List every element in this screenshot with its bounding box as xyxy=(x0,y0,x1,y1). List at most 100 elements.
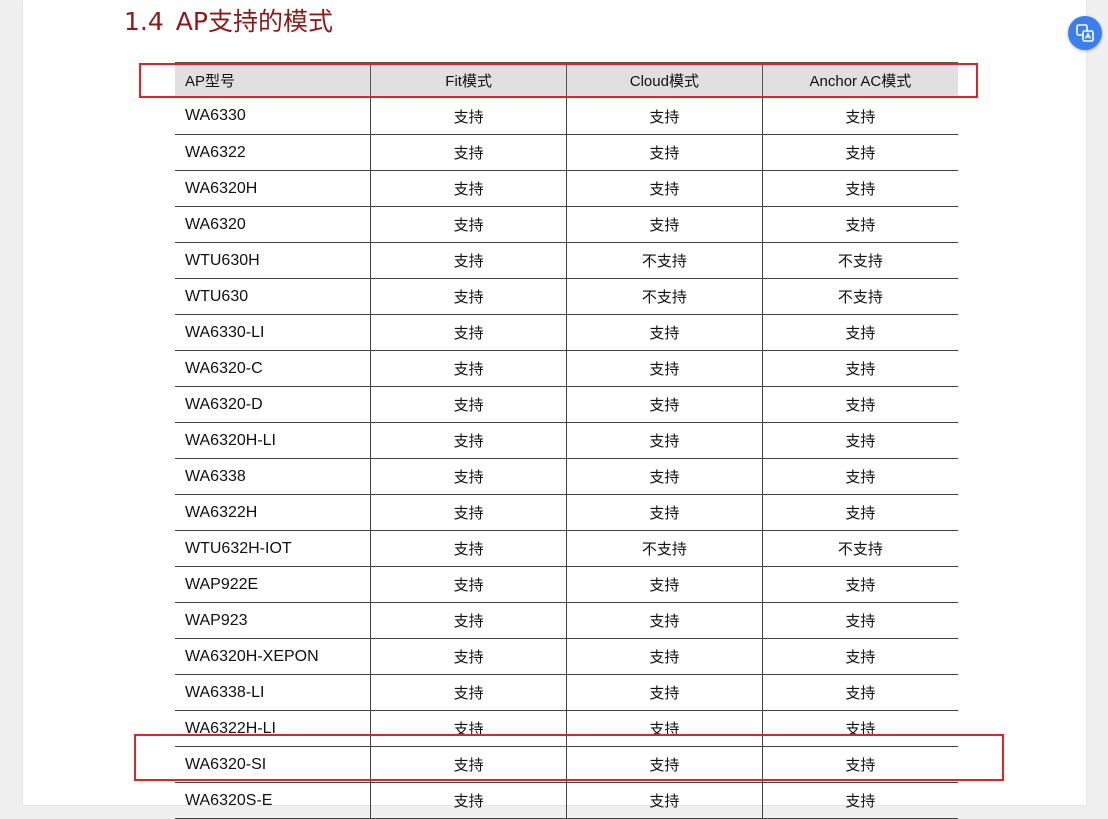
table-row: WA6322 支持 支持 支持 xyxy=(175,134,958,171)
cell-anchor-ac-mode: 支持 xyxy=(761,386,958,423)
cell-fit-mode: 支持 xyxy=(370,97,567,135)
cell-anchor-ac-mode: 不支持 xyxy=(761,530,958,567)
cell-fit-mode: 支持 xyxy=(370,242,567,279)
cell-cloud-mode: 不支持 xyxy=(566,530,763,567)
cell-fit-mode: 支持 xyxy=(370,638,567,675)
table-row: WA6320H-XEPON 支持 支持 支持 xyxy=(175,638,958,675)
cell-cloud-mode: 支持 xyxy=(566,566,763,603)
cell-anchor-ac-mode: 不支持 xyxy=(761,278,958,315)
table-row: WA6338-LI 支持 支持 支持 xyxy=(175,674,958,711)
cell-ap-model: WA6330-LI xyxy=(175,314,371,351)
cell-ap-model: WA6330 xyxy=(175,97,371,135)
cell-fit-mode: 支持 xyxy=(370,746,567,783)
table-row: WAP922E 支持 支持 支持 xyxy=(175,566,958,603)
cell-fit-mode: 支持 xyxy=(370,350,567,387)
table-row: WTU630H 支持 不支持 不支持 xyxy=(175,242,958,279)
cell-cloud-mode: 支持 xyxy=(566,458,763,495)
cell-anchor-ac-mode: 支持 xyxy=(761,97,958,135)
cell-anchor-ac-mode: 支持 xyxy=(761,710,958,747)
cell-fit-mode: 支持 xyxy=(370,206,567,243)
cell-fit-mode: 支持 xyxy=(370,566,567,603)
table-row: WTU630 支持 不支持 不支持 xyxy=(175,278,958,315)
cell-anchor-ac-mode: 支持 xyxy=(761,350,958,387)
cell-fit-mode: 支持 xyxy=(370,314,567,351)
cell-cloud-mode: 支持 xyxy=(566,386,763,423)
table-row: WA6322H 支持 支持 支持 xyxy=(175,494,958,531)
cell-cloud-mode: 支持 xyxy=(566,422,763,459)
translate-icon xyxy=(1076,24,1094,42)
section-number: 1.4 xyxy=(124,7,164,36)
cell-fit-mode: 支持 xyxy=(370,710,567,747)
cell-ap-model: WA6322H-LI xyxy=(175,710,371,747)
cell-cloud-mode: 支持 xyxy=(566,206,763,243)
cell-cloud-mode: 支持 xyxy=(566,314,763,351)
cell-cloud-mode: 支持 xyxy=(566,170,763,207)
cell-ap-model: WAP923 xyxy=(175,602,371,639)
cell-cloud-mode: 支持 xyxy=(566,674,763,711)
cell-ap-model: WA6320 xyxy=(175,206,371,243)
cell-anchor-ac-mode: 支持 xyxy=(761,422,958,459)
cell-fit-mode: 支持 xyxy=(370,494,567,531)
header-ap-model: AP型号 xyxy=(175,62,371,98)
cell-fit-mode: 支持 xyxy=(370,602,567,639)
cell-anchor-ac-mode: 支持 xyxy=(761,170,958,207)
cell-ap-model: WA6322H xyxy=(175,494,371,531)
cell-ap-model: WA6320-SI xyxy=(175,746,371,783)
table-row: WAP923 支持 支持 支持 xyxy=(175,602,958,639)
table-row: WA6320 支持 支持 支持 xyxy=(175,206,958,243)
cell-fit-mode: 支持 xyxy=(370,278,567,315)
ap-mode-table: AP型号 Fit模式 Cloud模式 Anchor AC模式 WA6330 支持支… xyxy=(175,62,958,819)
cell-ap-model: WTU632H-IOT xyxy=(175,530,371,567)
cell-fit-mode: 支持 xyxy=(370,386,567,423)
cell-cloud-mode: 支持 xyxy=(566,602,763,639)
cell-fit-mode: 支持 xyxy=(370,458,567,495)
table-row: WA6330 支持 支持 支持 xyxy=(175,97,958,135)
cell-ap-model: WAP922E xyxy=(175,566,371,603)
cell-fit-mode: 支持 xyxy=(370,674,567,711)
cell-anchor-ac-mode: 不支持 xyxy=(761,242,958,279)
cell-fit-mode: 支持 xyxy=(370,422,567,459)
cell-anchor-ac-mode: 支持 xyxy=(761,782,958,819)
cell-cloud-mode: 支持 xyxy=(566,350,763,387)
section-title-text: AP支持的模式 xyxy=(175,7,333,36)
cell-cloud-mode: 支持 xyxy=(566,134,763,171)
cell-anchor-ac-mode: 支持 xyxy=(761,314,958,351)
table-row: WA6320-SI 支持 支持 支持 xyxy=(175,746,958,783)
cell-ap-model: WA6320-D xyxy=(175,386,371,423)
cell-ap-model: WA6320H xyxy=(175,170,371,207)
cell-ap-model: WA6320-C xyxy=(175,350,371,387)
table-header-row: AP型号 Fit模式 Cloud模式 Anchor AC模式 xyxy=(175,62,958,98)
header-cloud-mode: Cloud模式 xyxy=(566,62,763,98)
cell-fit-mode: 支持 xyxy=(370,782,567,819)
table-row: WA6320H-LI 支持 支持 支持 xyxy=(175,422,958,459)
cell-anchor-ac-mode: 支持 xyxy=(761,494,958,531)
table-row: WA6320S-E 支持 支持 支持 xyxy=(175,782,958,819)
section-heading: 1.4 AP支持的模式 xyxy=(124,5,333,39)
table-row: WA6322H-LI 支持 支持 支持 xyxy=(175,710,958,747)
header-anchor-ac-mode: Anchor AC模式 xyxy=(761,62,958,98)
cell-anchor-ac-mode: 支持 xyxy=(761,134,958,171)
cell-fit-mode: 支持 xyxy=(370,134,567,171)
translate-button[interactable] xyxy=(1068,16,1102,50)
table-row: WA6330-LI 支持 支持 支持 xyxy=(175,314,958,351)
table-row: WA6320H 支持 支持 支持 xyxy=(175,170,958,207)
table-row: WTU632H-IOT 支持 不支持 不支持 xyxy=(175,530,958,567)
cell-anchor-ac-mode: 支持 xyxy=(761,746,958,783)
header-fit-mode: Fit模式 xyxy=(370,62,567,98)
cell-cloud-mode: 支持 xyxy=(566,97,763,135)
table-row: WA6320-C 支持 支持 支持 xyxy=(175,350,958,387)
cell-cloud-mode: 支持 xyxy=(566,710,763,747)
cell-anchor-ac-mode: 支持 xyxy=(761,566,958,603)
cell-ap-model: WA6320S-E xyxy=(175,782,371,819)
cell-cloud-mode: 支持 xyxy=(566,746,763,783)
cell-anchor-ac-mode: 支持 xyxy=(761,638,958,675)
cell-cloud-mode: 支持 xyxy=(566,494,763,531)
cell-ap-model: WTU630 xyxy=(175,278,371,315)
cell-cloud-mode: 不支持 xyxy=(566,242,763,279)
table-row: WA6320-D 支持 支持 支持 xyxy=(175,386,958,423)
cell-ap-model: WA6322 xyxy=(175,134,371,171)
cell-anchor-ac-mode: 支持 xyxy=(761,458,958,495)
cell-ap-model: WTU630H xyxy=(175,242,371,279)
cell-fit-mode: 支持 xyxy=(370,530,567,567)
table-row: WA6338 支持 支持 支持 xyxy=(175,458,958,495)
